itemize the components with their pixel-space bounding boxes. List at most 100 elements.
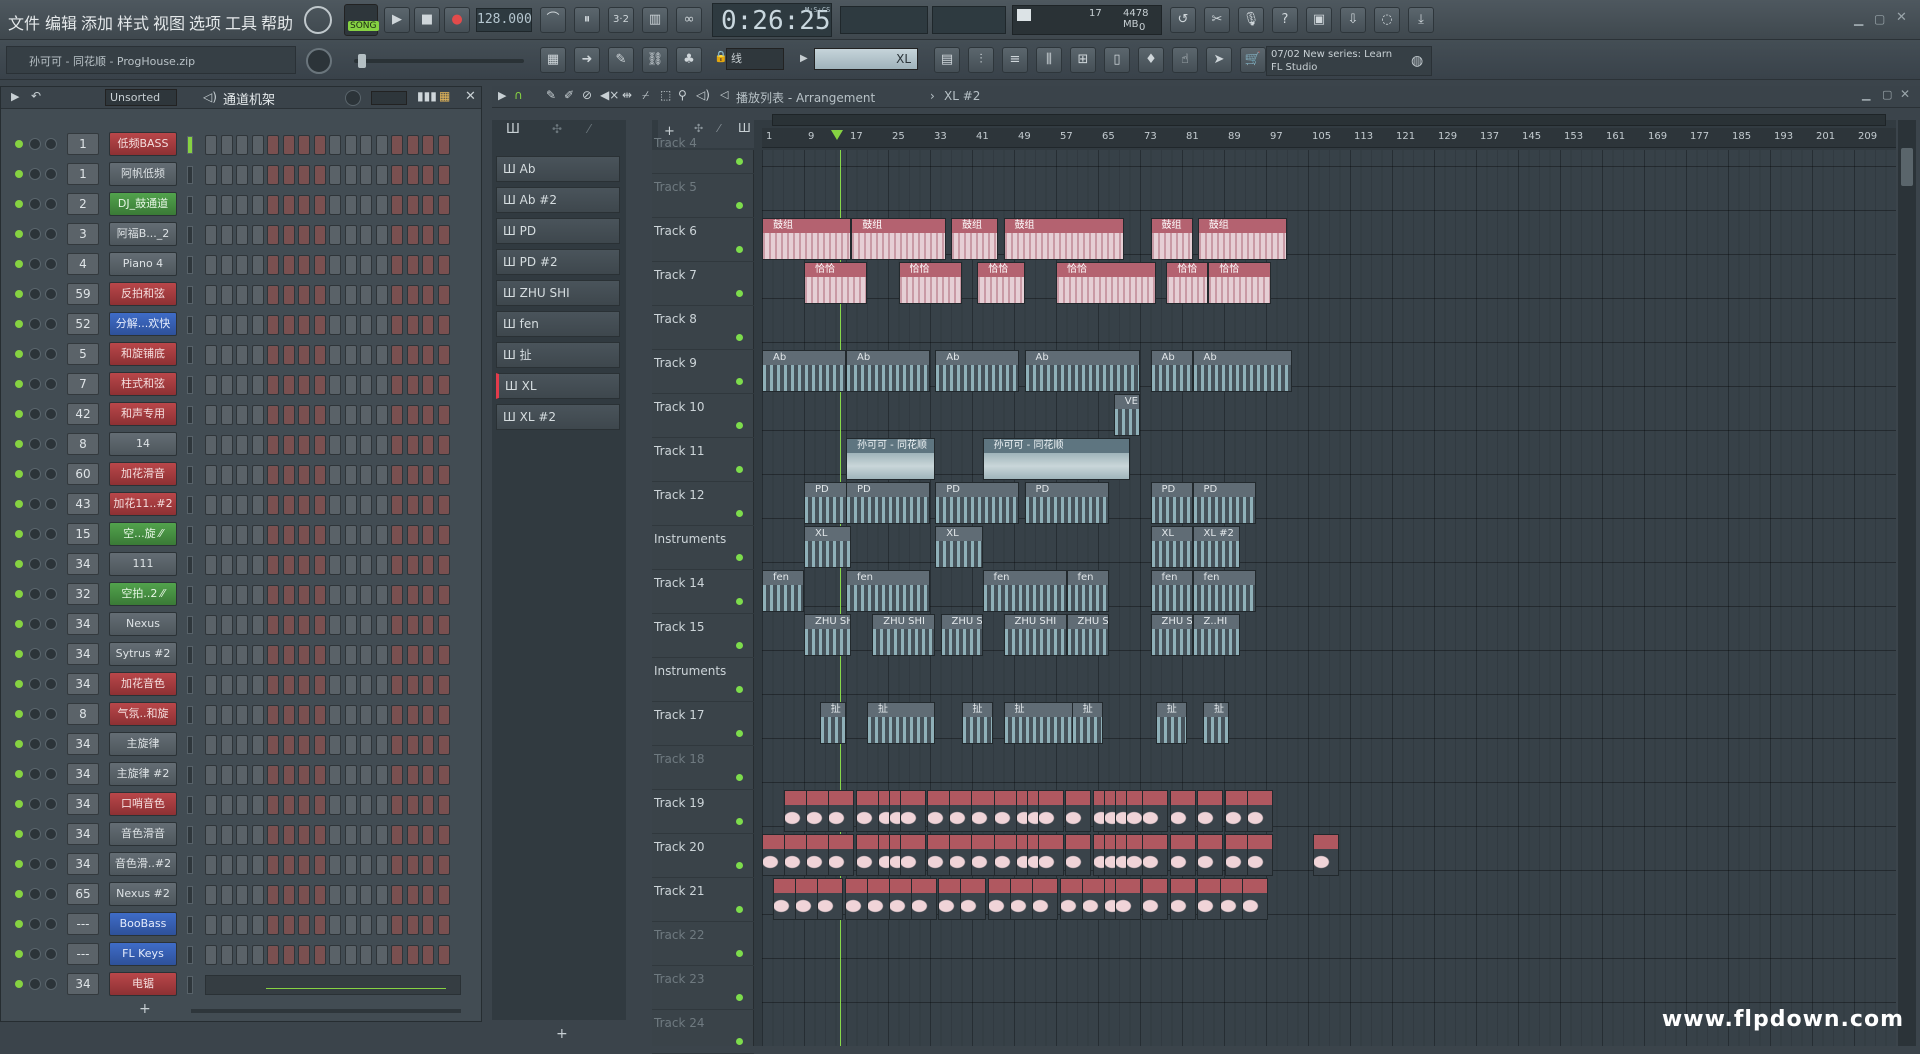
step-edit-icon[interactable]: ▥ <box>642 7 668 33</box>
step-button[interactable] <box>298 165 310 185</box>
step-button[interactable] <box>391 795 403 815</box>
step-button[interactable] <box>298 555 310 575</box>
playlist-clip[interactable]: PD <box>1192 482 1256 524</box>
playlist-clip[interactable]: Ab <box>846 350 930 392</box>
channel-select[interactable] <box>187 406 193 424</box>
channel-row[interactable]: 15 空...旋 ⁄⁄ <box>1 519 481 549</box>
step-button[interactable] <box>406 285 419 305</box>
step-button[interactable] <box>298 345 310 365</box>
step-button[interactable] <box>205 645 217 665</box>
mixer-track-number[interactable]: 60 <box>67 463 99 485</box>
channel-row[interactable]: 1 低频BASS <box>1 129 481 159</box>
step-button[interactable] <box>391 705 403 725</box>
playlist-clip[interactable] <box>1142 878 1169 920</box>
track-header[interactable]: Track 22 <box>652 922 754 966</box>
step-button[interactable] <box>251 375 264 395</box>
step-button[interactable] <box>360 405 372 425</box>
step-button[interactable] <box>251 435 264 455</box>
step-button[interactable] <box>437 735 450 755</box>
channel-select[interactable] <box>187 166 193 184</box>
track-header[interactable]: Instruments <box>652 658 754 702</box>
track-mute-led[interactable] <box>736 554 743 561</box>
channel-select[interactable] <box>187 136 193 154</box>
step-button[interactable] <box>298 765 310 785</box>
step-button[interactable] <box>406 585 419 605</box>
step-button[interactable] <box>313 225 326 245</box>
playlist-clip[interactable] <box>960 878 987 920</box>
step-button[interactable] <box>375 285 388 305</box>
channel-mute-led[interactable] <box>15 560 23 568</box>
step-button[interactable] <box>329 465 341 485</box>
step-button[interactable] <box>236 465 248 485</box>
step-button[interactable] <box>344 945 357 965</box>
step-button[interactable] <box>298 375 310 395</box>
step-button[interactable] <box>267 915 279 935</box>
channel-name-button[interactable]: FL Keys <box>109 942 177 966</box>
step-button[interactable] <box>391 825 403 845</box>
step-button[interactable] <box>205 225 217 245</box>
playlist-clip[interactable]: PD <box>846 482 930 524</box>
mixer-track-number[interactable]: 34 <box>67 553 99 575</box>
rack-scrollbar[interactable] <box>191 1009 461 1013</box>
step-button[interactable] <box>391 225 403 245</box>
playlist-menu-icon[interactable]: ▶ <box>498 89 506 102</box>
playlist-clip[interactable]: 扯 <box>1155 702 1188 744</box>
step-button[interactable] <box>344 645 357 665</box>
playlist-clip[interactable]: 扯 <box>961 702 993 744</box>
step-button[interactable] <box>251 405 264 425</box>
mixer-track-number[interactable]: 34 <box>67 973 99 995</box>
track-header[interactable]: Track 9 <box>652 350 754 394</box>
loop-record-icon[interactable]: ∞ <box>676 7 702 33</box>
step-button[interactable] <box>375 615 388 635</box>
channel-pan-knob[interactable] <box>45 318 57 330</box>
download-icon[interactable]: ⤓ <box>1408 7 1434 33</box>
channel-select[interactable] <box>187 856 193 874</box>
step-button[interactable] <box>360 765 372 785</box>
step-button[interactable] <box>251 195 264 215</box>
step-button[interactable] <box>282 255 295 275</box>
step-button[interactable] <box>437 525 450 545</box>
channel-select[interactable] <box>187 256 193 274</box>
playlist-clip[interactable] <box>1037 834 1064 876</box>
step-button[interactable] <box>437 645 450 665</box>
step-button[interactable] <box>220 495 233 515</box>
step-button[interactable] <box>360 465 372 485</box>
slip-tool-icon[interactable]: ⇹ <box>622 88 632 102</box>
step-button[interactable] <box>205 675 217 695</box>
step-button[interactable] <box>205 795 217 815</box>
step-button[interactable] <box>329 405 341 425</box>
step-button[interactable] <box>344 495 357 515</box>
step-button[interactable] <box>220 855 233 875</box>
step-button[interactable] <box>313 645 326 665</box>
step-button[interactable] <box>437 165 450 185</box>
step-button[interactable] <box>406 915 419 935</box>
step-button[interactable] <box>236 135 248 155</box>
channel-select[interactable] <box>187 766 193 784</box>
step-button[interactable] <box>282 405 295 425</box>
step-button[interactable] <box>205 945 217 965</box>
step-button[interactable] <box>391 165 403 185</box>
channel-pan-knob[interactable] <box>45 228 57 240</box>
master-volume-slider[interactable] <box>354 54 524 68</box>
step-button[interactable] <box>437 855 450 875</box>
undo-icon[interactable]: ↺ <box>1170 7 1196 33</box>
step-button[interactable] <box>313 195 326 215</box>
step-button[interactable] <box>422 675 434 695</box>
step-button[interactable] <box>360 495 372 515</box>
channel-select[interactable] <box>187 616 193 634</box>
step-button[interactable] <box>437 285 450 305</box>
step-button[interactable] <box>406 225 419 245</box>
step-button[interactable] <box>236 375 248 395</box>
rack-undo-icon[interactable]: ↶ <box>31 89 41 103</box>
countdown-icon[interactable]: 3·2 <box>608 7 634 33</box>
step-button[interactable] <box>422 945 434 965</box>
track-header[interactable]: Track 15 <box>652 614 754 658</box>
channel-select[interactable] <box>187 196 193 214</box>
minimize-icon[interactable]: ▁ <box>1854 12 1863 26</box>
channel-row[interactable]: 34 主旋律 <box>1 729 481 759</box>
step-button[interactable] <box>251 525 264 545</box>
step-button[interactable] <box>205 435 217 455</box>
channel-row[interactable]: 8 气氛..和旋 <box>1 699 481 729</box>
playlist-clip[interactable]: ZHU SHI <box>1150 614 1193 656</box>
step-button[interactable] <box>282 825 295 845</box>
